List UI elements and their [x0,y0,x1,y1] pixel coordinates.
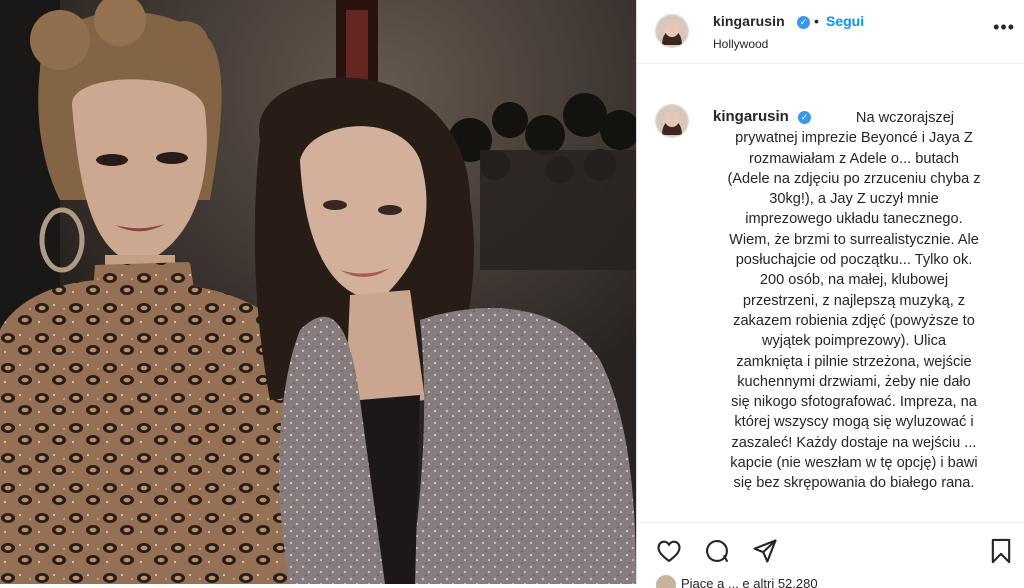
heart-icon[interactable] [655,537,683,565]
post-header: kingarusin ✓ • Segui Hollywood ••• [637,0,1024,64]
post-sidebar: kingarusin ✓ • Segui Hollywood ••• kinga… [636,0,1024,588]
likes-count[interactable]: Piace a ... e altri 52.280 [681,576,818,588]
separator-dot: • [814,13,819,29]
verified-badge-icon: ✓ [797,16,810,29]
caption-avatar[interactable] [655,104,689,138]
header-username[interactable]: kingarusin [713,13,785,29]
photo-image [0,0,636,584]
follow-button[interactable]: Segui [826,13,864,29]
post-photo[interactable] [0,0,636,584]
share-icon[interactable] [751,537,779,565]
avatar[interactable] [655,14,689,48]
comment-icon[interactable] [703,537,731,565]
liker-avatar[interactable] [655,574,677,588]
caption-text: Na wczorajszej prywatnej imprezie Beyonc… [727,110,981,492]
bookmark-icon[interactable] [987,537,1015,565]
location-link[interactable]: Hollywood [713,37,768,51]
likes-row: Piace a ... e altri 52.280 [655,574,955,588]
more-options-icon[interactable]: ••• [993,18,1015,36]
